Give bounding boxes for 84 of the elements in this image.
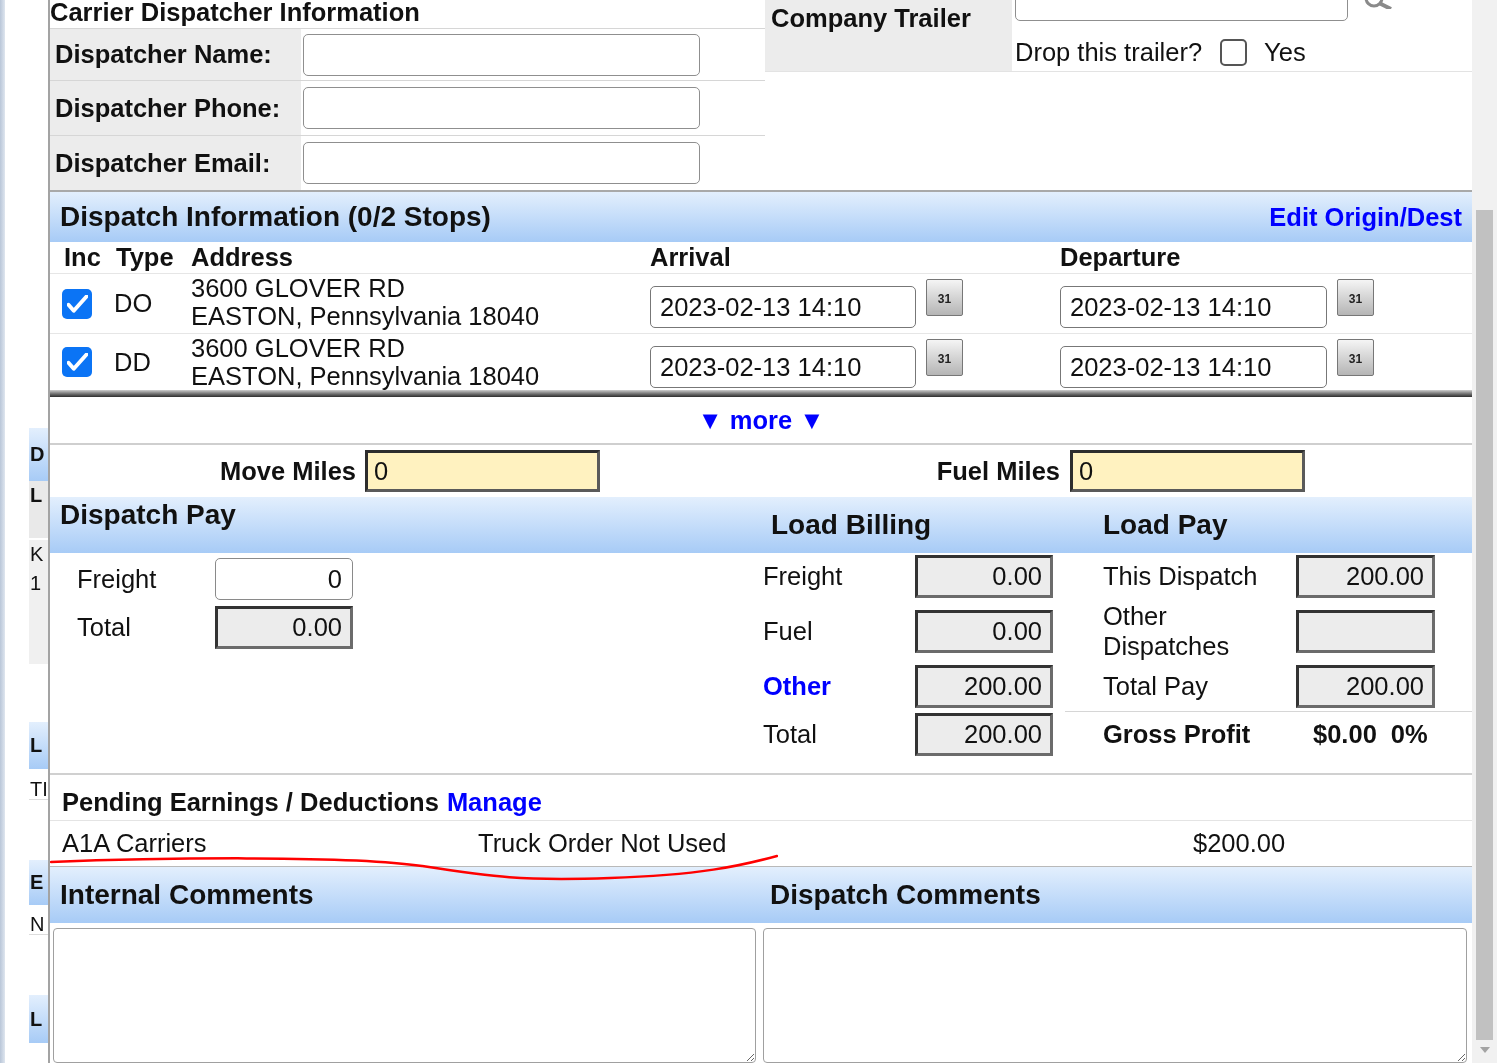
- scroll-down-arrow-icon[interactable]: [1479, 1047, 1490, 1053]
- checkbox[interactable]: [1220, 38, 1248, 66]
- miles-label: Move Miles: [219, 455, 356, 487]
- section-title: Dispatch Pay: [60, 499, 236, 530]
- background-text: K: [29, 542, 45, 567]
- background-text: L: [29, 483, 44, 508]
- calendar-button[interactable]: 31: [1337, 339, 1374, 376]
- pay-label: Total Pay: [1103, 671, 1208, 700]
- section-title: Load Pay: [1103, 508, 1228, 542]
- amount-field[interactable]: 200.00: [915, 665, 1053, 708]
- gross-profit-percent: 0%: [1390, 719, 1428, 751]
- date-field[interactable]: 2023-02-13 14:10: [650, 286, 916, 328]
- earning-amount: $200.00: [1193, 828, 1286, 860]
- more-link[interactable]: ▼ more ▼: [697, 400, 825, 440]
- text-input[interactable]: [303, 142, 700, 184]
- amount-field[interactable]: 200.00: [915, 713, 1053, 756]
- earning-description: Truck Order Not Used: [478, 829, 727, 858]
- amount-field[interactable]: [1296, 610, 1435, 653]
- checkmark-icon: [66, 294, 88, 313]
- date-field[interactable]: 2023-02-13 14:10: [1060, 286, 1327, 328]
- field-label: Dispatcher Phone:: [55, 92, 281, 124]
- text-input[interactable]: [303, 33, 700, 76]
- checkbox[interactable]: [62, 288, 92, 319]
- background-text: TI: [29, 777, 48, 802]
- pay-label: Other Dispatches: [1103, 601, 1230, 660]
- background-text: 1: [29, 571, 43, 596]
- checkmark-icon: [66, 353, 88, 371]
- amount-field[interactable]: 0.00: [915, 555, 1053, 598]
- other-link[interactable]: Other: [763, 672, 831, 701]
- address-line: 3600 GLOVER RD: [191, 334, 406, 362]
- section-title: Dispatch Comments: [770, 879, 1041, 910]
- amount-field[interactable]: 0.00: [215, 605, 353, 649]
- column-header: Departure: [1060, 243, 1181, 272]
- column-header: Inc: [64, 243, 101, 272]
- column-header: Arrival: [650, 243, 731, 272]
- checkbox-label: Yes: [1264, 37, 1306, 67]
- checkbox[interactable]: [62, 347, 92, 377]
- background-text: N: [29, 912, 46, 937]
- earning-name: A1A Carriers: [62, 829, 207, 858]
- scrollbar-thumb[interactable]: [1476, 210, 1493, 1040]
- date-field[interactable]: 2023-02-13 14:10: [1060, 346, 1327, 388]
- pay-label: This Dispatch: [1103, 561, 1258, 590]
- edit-origin-dest-link[interactable]: Edit Origin/Dest: [1269, 197, 1462, 237]
- amount-field[interactable]: 200.00: [1296, 665, 1435, 708]
- stop-type: DD: [114, 346, 151, 378]
- billing-label: Fuel: [763, 617, 813, 646]
- address-line: EASTON, Pennsylvania 18040: [191, 362, 541, 390]
- text-input[interactable]: [303, 87, 700, 129]
- field-label: Dispatcher Name:: [55, 39, 272, 71]
- gross-profit-amount: $0.00: [1313, 719, 1377, 751]
- field-label: Dispatcher Email:: [55, 147, 271, 179]
- drop-trailer-question: Drop this trailer?: [1015, 37, 1203, 67]
- miles-label: Fuel Miles: [936, 455, 1060, 487]
- field-label: Company Trailer: [771, 4, 971, 32]
- section-title: Internal Comments: [60, 879, 314, 910]
- billing-label: Total: [763, 720, 817, 749]
- calendar-button[interactable]: 31: [926, 339, 963, 376]
- section-title: Carrier Dispatcher Information: [50, 0, 420, 24]
- amount-field[interactable]: 200.00: [1296, 555, 1435, 598]
- calendar-button[interactable]: 31: [926, 279, 963, 316]
- background-text: L: [29, 1006, 44, 1032]
- manage-link[interactable]: Manage: [446, 783, 542, 822]
- amount-field[interactable]: 0.00: [915, 610, 1053, 653]
- column-header: Address: [191, 243, 294, 272]
- stop-type: DO: [114, 288, 153, 320]
- background-text: E: [29, 870, 45, 895]
- section-title: Load Billing: [771, 508, 932, 542]
- section-title: Pending Earnings / Deductions: [62, 787, 439, 819]
- address-line: EASTON, Pennsylvania 18040: [191, 302, 541, 330]
- calendar-button[interactable]: 31: [1337, 279, 1374, 316]
- miles-field[interactable]: 0: [1070, 450, 1305, 492]
- pay-label: Freight: [77, 564, 157, 593]
- background-text: L: [29, 733, 44, 758]
- address-line: 3600 GLOVER RD: [191, 274, 406, 302]
- section-title: Dispatch Information (0/2 Stops): [60, 200, 491, 234]
- miles-field[interactable]: 0: [365, 450, 600, 492]
- column-header: Type: [116, 243, 174, 272]
- scrollbar[interactable]: [1472, 0, 1497, 1063]
- billing-label: Freight: [763, 562, 843, 591]
- background-text: D: [29, 442, 46, 467]
- pay-label: Total: [77, 612, 131, 641]
- date-field[interactable]: 2023-02-13 14:10: [650, 346, 916, 388]
- gross-profit-label: Gross Profit: [1103, 720, 1251, 749]
- amount-field[interactable]: 0: [215, 558, 353, 600]
